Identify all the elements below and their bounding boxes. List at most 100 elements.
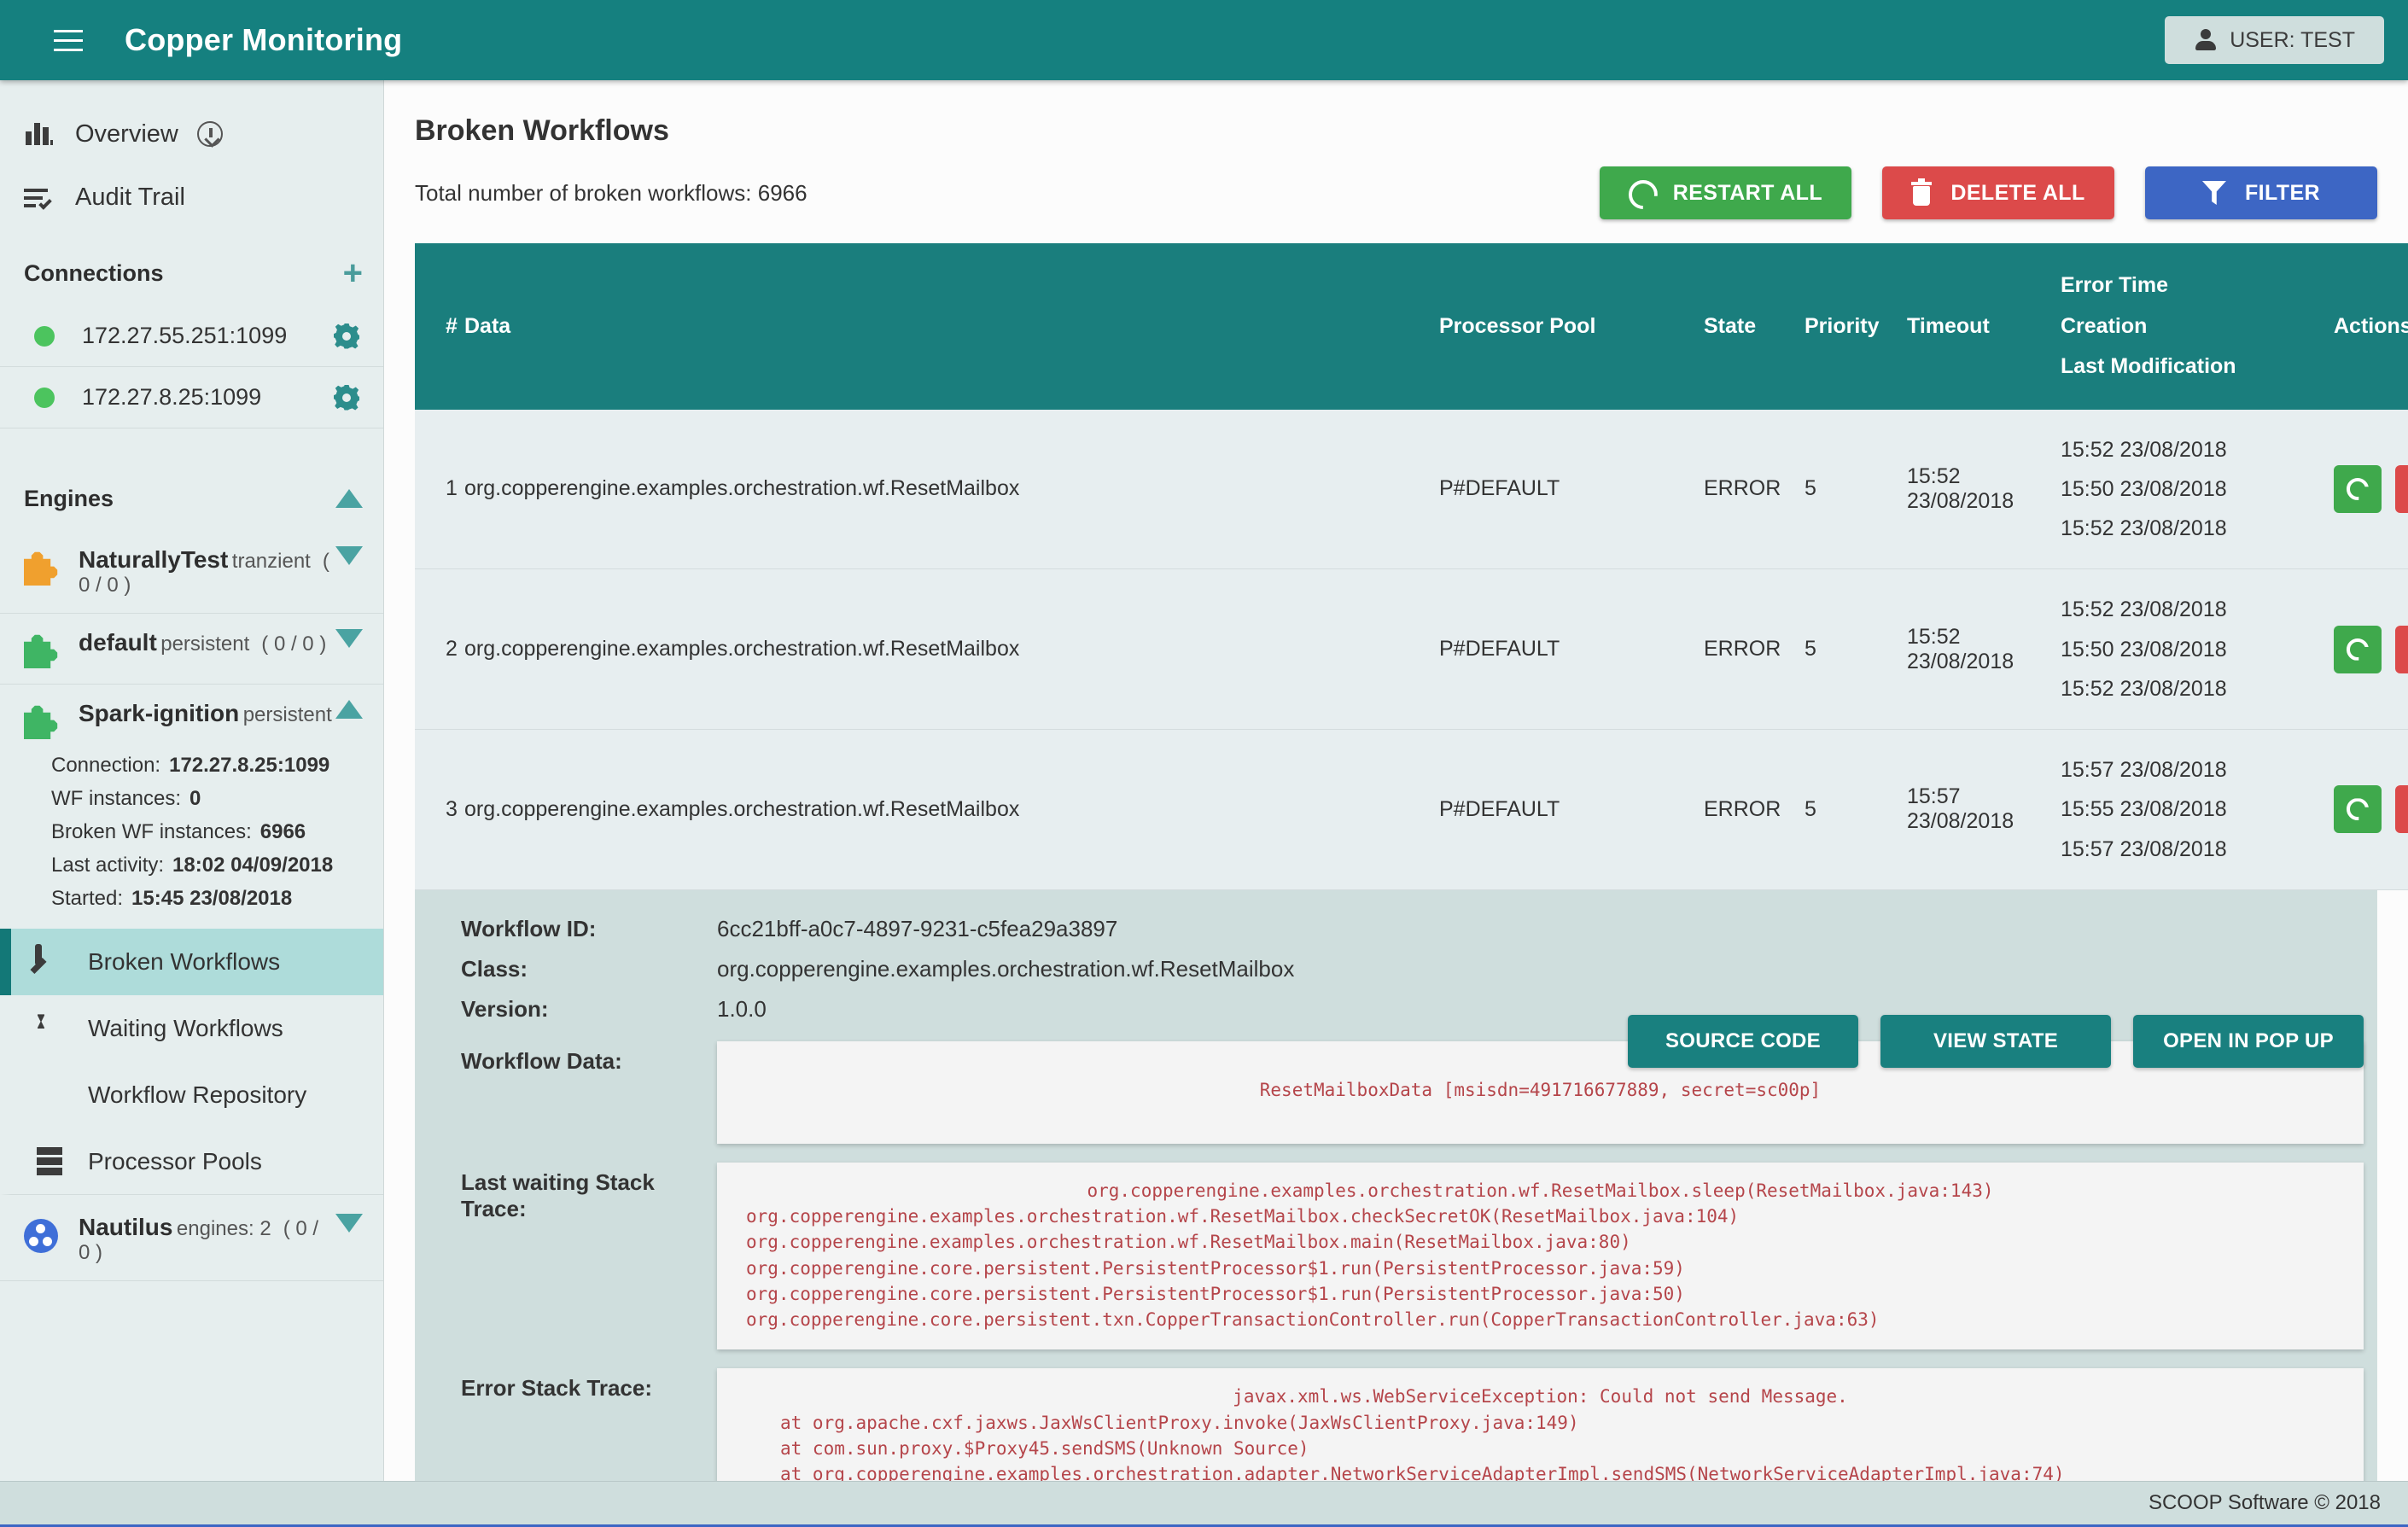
col-creation-label: Creation [2061, 313, 2148, 338]
row-priority: 5 [1805, 409, 1907, 570]
workflows-table-wrapper: # Data Processor Pool State Priority Tim… [415, 243, 2408, 890]
detail-version-value: 1.0.0 [717, 995, 767, 1022]
row-restart-button[interactable] [2334, 785, 2382, 834]
add-connection-icon[interactable]: + [343, 256, 363, 290]
row-actions [2334, 409, 2408, 570]
table-row[interactable]: 1 org.copperengine.examples.orchestratio… [415, 409, 2408, 570]
sidebar-item-audit-trail[interactable]: Audit Trail [0, 166, 383, 229]
expand-engine-icon[interactable] [335, 629, 363, 648]
filter-button[interactable]: FILTER [2145, 166, 2377, 219]
col-priority[interactable]: Priority [1805, 243, 1907, 410]
row-state: ERROR [1704, 568, 1805, 730]
engine-sub: persistent [243, 703, 332, 726]
sidebar-item-workflow-repository[interactable]: Workflow Repository [0, 1062, 383, 1128]
row-data: org.copperengine.examples.orchestration.… [464, 409, 1439, 570]
detail-version-label: Version: [461, 995, 549, 1022]
row-restart-button[interactable] [2334, 464, 2382, 513]
gear-icon[interactable] [334, 385, 359, 411]
nautilus-icon [24, 1219, 58, 1254]
stack-line: at org.apache.cxf.jaxws.JaxWsClientProxy… [780, 1412, 1579, 1433]
stack-line: org.copperengine.core.persistent.txn.Cop… [746, 1309, 1880, 1331]
connections-title: Connections [24, 259, 164, 286]
connection-item[interactable]: 172.27.55.251:1099 [0, 306, 383, 367]
audit-trail-icon [22, 181, 55, 213]
engine-text: Spark-ignition persistent [79, 700, 332, 727]
connection-host: 172.27.55.251:1099 [82, 323, 288, 348]
workflow-data-line: ResetMailboxData [msisdn=491716677889, s… [1259, 1079, 1822, 1100]
engine-type: persistent [242, 703, 332, 726]
engine-detail-connection: Connection: 172.27.8.25:1099 [51, 749, 383, 783]
engine-item-spark-ignition[interactable]: Spark-ignition persistent [0, 685, 383, 744]
engine-last-activity-value: 18:02 04/09/2018 [172, 853, 334, 877]
engine-detail-broken: Broken WF instances: 6966 [51, 816, 383, 849]
expand-engine-icon[interactable] [335, 546, 363, 565]
table-row[interactable]: 2 org.copperengine.examples.orchestratio… [415, 568, 2408, 730]
engine-name: default [79, 629, 157, 656]
col-error-time[interactable]: Error Time Creation Last Modification [2061, 243, 2334, 410]
row-actions [2334, 729, 2408, 890]
collapse-engine-icon[interactable] [335, 700, 363, 719]
col-processor-pool[interactable]: Processor Pool [1439, 243, 1704, 410]
sidebar-item-processor-pools-label: Processor Pools [88, 1147, 262, 1174]
engines-title: Engines [24, 485, 114, 511]
stack-line: org.copperengine.examples.orchestration.… [746, 1232, 1631, 1253]
view-state-button[interactable]: VIEW STATE [1880, 1014, 2111, 1068]
engine-connection-value: 172.27.8.25:1099 [169, 754, 330, 777]
restart-all-button[interactable]: RESTART ALL [1599, 166, 1851, 219]
engine-item-default[interactable]: default persistent ( 0 / 0 ) [0, 614, 383, 685]
row-error-time: 15:52 23/08/2018 [2061, 437, 2227, 462]
row-restart-button[interactable] [2334, 625, 2382, 673]
row-data: org.copperengine.examples.orchestration.… [464, 568, 1439, 730]
user-label: USER: TEST [2230, 27, 2355, 52]
engine-item-naturallytest[interactable]: NaturallyTest tranzient( 0 / 0 ) [0, 531, 383, 614]
row-priority: 5 [1805, 568, 1907, 730]
cluster-item-nautilus[interactable]: Nautilus engines: 2( 0 / 0 ) [0, 1195, 383, 1280]
sidebar-item-waiting-workflows[interactable]: Waiting Workflows [0, 995, 383, 1062]
sidebar-item-overview[interactable]: Overview [0, 102, 383, 166]
row-delete-button[interactable] [2395, 785, 2408, 834]
user-badge[interactable]: USER: TEST [2165, 16, 2384, 64]
error-stack-trace-box: javax.xml.ws.WebServiceException: Could … [717, 1368, 2364, 1481]
main-content: Broken Workflows Total number of broken … [384, 80, 2408, 1481]
stack-line: org.copperengine.core.persistent.Persist… [746, 1257, 1685, 1279]
restart-icon [1629, 180, 1654, 206]
stack-line: org.copperengine.examples.orchestration.… [1087, 1180, 1994, 1201]
source-code-button[interactable]: SOURCE CODE [1628, 1014, 1858, 1068]
sidebar-item-processor-pools[interactable]: Processor Pools [0, 1128, 383, 1196]
row-times: 15:52 23/08/2018 15:50 23/08/2018 15:52 … [2061, 409, 2334, 570]
sidebar-item-broken-workflows[interactable]: Broken Workflows [0, 929, 383, 996]
engine-detail-started: Started: 15:45 23/08/2018 [51, 883, 383, 916]
engine-text: default persistent ( 0 / 0 ) [79, 629, 326, 656]
collapse-engines-icon[interactable] [335, 489, 363, 508]
restart-icon [2347, 477, 2369, 500]
row-delete-button[interactable] [2395, 625, 2408, 673]
col-timeout[interactable]: Timeout [1907, 243, 2061, 410]
hamburger-icon[interactable] [46, 18, 90, 62]
col-actions: Actions [2334, 243, 2408, 410]
gear-icon[interactable] [334, 323, 359, 349]
restart-all-label: RESTART ALL [1672, 180, 1822, 205]
stack-line: org.copperengine.core.persistent.Persist… [746, 1283, 1685, 1304]
col-index[interactable]: # [415, 243, 464, 410]
expand-cluster-icon[interactable] [335, 1214, 363, 1233]
open-in-popup-button[interactable]: OPEN IN POP UP [2133, 1014, 2364, 1068]
download-circle-icon[interactable] [196, 121, 223, 147]
puzzle-icon [24, 705, 58, 739]
table-row[interactable]: 3 org.copperengine.examples.orchestratio… [415, 729, 2408, 890]
restart-icon [2347, 638, 2369, 661]
row-times: 15:57 23/08/2018 15:55 23/08/2018 15:57 … [2061, 729, 2334, 890]
col-data[interactable]: Data [464, 243, 1439, 410]
col-state[interactable]: State [1704, 243, 1805, 410]
app-title: Copper Monitoring [125, 22, 403, 57]
delete-all-button[interactable]: DELETE ALL [1882, 166, 2114, 219]
sidebar-item-waiting-workflows-label: Waiting Workflows [88, 1015, 283, 1042]
engine-detail-last-activity: Last activity: 18:02 04/09/2018 [51, 849, 383, 883]
connection-item[interactable]: 172.27.8.25:1099 [0, 367, 383, 428]
row-creation: 15:50 23/08/2018 [2061, 476, 2227, 501]
row-data: org.copperengine.examples.orchestration.… [464, 729, 1439, 890]
row-times: 15:52 23/08/2018 15:50 23/08/2018 15:52 … [2061, 568, 2334, 730]
bar-chart-icon [22, 118, 55, 150]
main-inner: Broken Workflows Total number of broken … [384, 80, 2408, 1481]
sidebar-item-audit-trail-label: Audit Trail [75, 183, 185, 211]
row-delete-button[interactable] [2395, 464, 2408, 513]
